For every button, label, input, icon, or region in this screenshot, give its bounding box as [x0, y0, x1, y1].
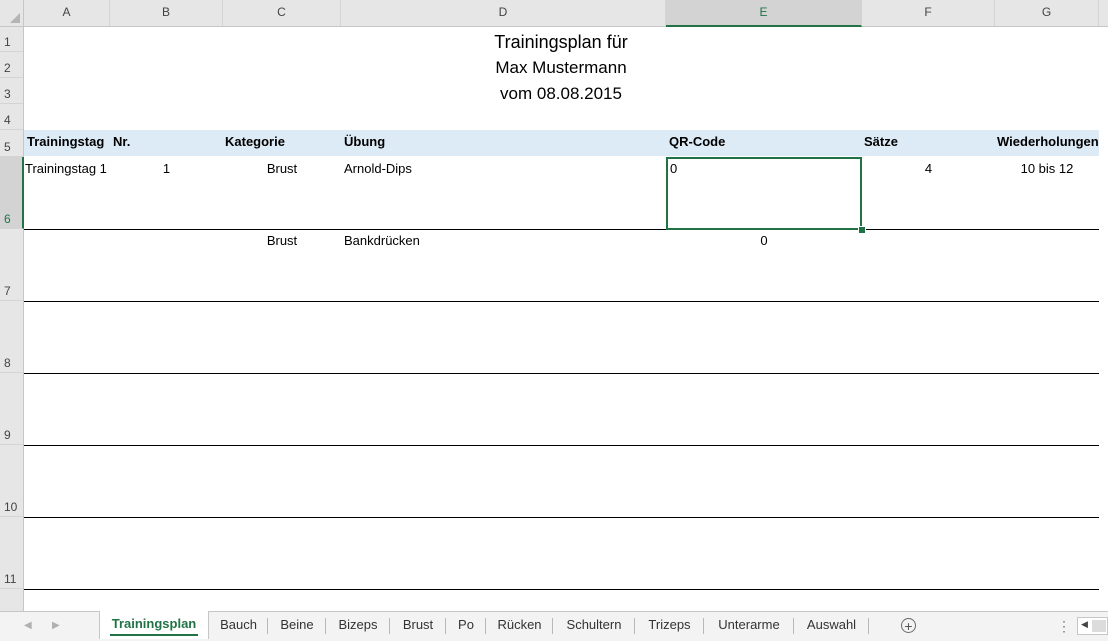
spreadsheet-grid-area: A B C D E F G 1 2 3 4 5 6 7 8 9 10 11 Tr… [0, 0, 1108, 611]
row-headers: 1 2 3 4 5 6 7 8 9 10 11 [0, 27, 24, 611]
row-header-6[interactable]: 6 [0, 157, 24, 229]
row-header-9[interactable]: 9 [0, 373, 23, 445]
cell-uebung[interactable]: Bankdrücken [344, 233, 420, 248]
tab-ruecken[interactable]: Rücken [486, 612, 553, 638]
header-uebung[interactable]: Übung [344, 134, 385, 149]
row-border [24, 517, 1099, 518]
tab-label: Po [458, 617, 474, 632]
row-header-10[interactable]: 10 [0, 445, 23, 517]
row-number: 9 [4, 428, 11, 442]
tab-label: Beine [280, 617, 314, 632]
row-border [24, 589, 1099, 590]
title-line-3[interactable]: vom 08.08.2015 [354, 84, 768, 104]
row-border [24, 373, 1099, 374]
header-kategorie[interactable]: Kategorie [225, 134, 285, 149]
more-options-icon[interactable]: ⋮ [1057, 618, 1071, 635]
plus-circle-icon[interactable]: + [901, 618, 916, 633]
active-cell-selection[interactable] [666, 157, 862, 230]
row-border [24, 229, 1099, 230]
fill-handle[interactable] [858, 226, 866, 234]
triangle-right-icon[interactable]: ▶ [52, 620, 60, 631]
column-headers: A B C D E F G [24, 0, 1108, 27]
column-header-b[interactable]: B [110, 0, 223, 26]
tab-label: Trainingsplan [111, 616, 197, 631]
row-number: 3 [4, 87, 11, 101]
row-header-7[interactable]: 7 [0, 229, 23, 301]
row-border [24, 301, 1099, 302]
tab-po[interactable]: Po [446, 612, 486, 638]
tab-label: Rücken [497, 617, 542, 632]
row-header-4[interactable]: 4 [0, 104, 23, 130]
header-nr[interactable]: Nr. [113, 134, 130, 149]
row-header-1[interactable]: 1 [0, 27, 23, 52]
cell-nr[interactable]: 1 [110, 161, 223, 176]
title-line-2[interactable]: Max Mustermann [354, 58, 768, 78]
column-header-a[interactable]: A [24, 0, 110, 26]
row-number: 4 [4, 113, 11, 127]
triangle-left-icon[interactable]: ◀ [24, 620, 32, 631]
tab-trizeps[interactable]: Trizeps [635, 612, 704, 638]
cell-trainingstag[interactable]: Trainingstag 1 [25, 161, 107, 176]
column-header-f[interactable]: F [862, 0, 995, 26]
tab-label: Trizeps [648, 617, 691, 632]
cell-uebung[interactable]: Arnold-Dips [344, 161, 412, 176]
row-header-2[interactable]: 2 [0, 52, 23, 78]
row-border [24, 445, 1099, 446]
cell-grid[interactable]: Trainingsplan für Max Mustermann vom 08.… [24, 27, 1108, 611]
tab-label: Schultern [566, 617, 622, 632]
row-number: 8 [4, 356, 11, 370]
header-wiederholungen[interactable]: Wiederholungen [997, 134, 1099, 149]
title-line-1[interactable]: Trainingsplan für [354, 32, 768, 53]
tab-bizeps[interactable]: Bizeps [326, 612, 390, 638]
row-header-5[interactable]: 5 [0, 130, 23, 157]
cell-saetze[interactable]: 4 [862, 161, 995, 176]
tab-label: Bizeps [338, 617, 378, 632]
column-header-d[interactable]: D [341, 0, 666, 26]
cell-wiederholungen[interactable]: 10 bis 12 [995, 161, 1099, 176]
row-header-3[interactable]: 3 [0, 78, 23, 104]
row-number: 5 [4, 140, 11, 154]
table-header-band [24, 130, 1099, 156]
scroll-thumb[interactable] [1092, 620, 1106, 632]
scroll-left-icon[interactable]: ◀ [1081, 619, 1088, 630]
tab-trainingsplan[interactable]: Trainingsplan [99, 611, 209, 639]
header-saetze[interactable]: Sätze [864, 134, 898, 149]
cell-qr-code[interactable]: 0 [666, 233, 862, 248]
tab-label: Bauch [220, 617, 257, 632]
tab-brust[interactable]: Brust [390, 612, 446, 638]
tab-beine[interactable]: Beine [268, 612, 326, 638]
tab-schultern[interactable]: Schultern [553, 612, 635, 638]
column-header-g[interactable]: G [995, 0, 1099, 26]
row-number: 10 [4, 500, 18, 514]
row-number: 7 [4, 284, 11, 298]
row-number: 6 [4, 212, 11, 226]
horizontal-scrollbar[interactable]: ◀ [1077, 617, 1108, 635]
active-tab-underline [110, 634, 198, 636]
tab-auswahl[interactable]: Auswahl [794, 612, 869, 638]
tab-label: Auswahl [806, 617, 857, 632]
sheet-tab-bar: ◀ ▶ Trainingsplan Bauch Beine Bizeps Bru… [0, 611, 1108, 641]
tab-label: Brust [402, 617, 434, 632]
header-trainingstag[interactable]: Trainingstag [27, 134, 104, 149]
row-number: 1 [4, 35, 11, 49]
tab-unterarme[interactable]: Unterarme [704, 612, 794, 638]
column-header-e[interactable]: E [666, 0, 862, 27]
row-number: 2 [4, 61, 11, 75]
row-header-8[interactable]: 8 [0, 301, 23, 373]
row-number: 11 [4, 572, 17, 586]
select-all-corner[interactable] [0, 0, 24, 27]
row-header-11[interactable]: 11 [0, 517, 23, 589]
tab-label: Unterarme [718, 617, 780, 632]
tab-bauch[interactable]: Bauch [209, 612, 268, 638]
cell-kategorie[interactable]: Brust [223, 233, 341, 248]
column-header-c[interactable]: C [223, 0, 341, 26]
header-qr-code[interactable]: QR-Code [669, 134, 725, 149]
cell-kategorie[interactable]: Brust [223, 161, 341, 176]
select-all-triangle-icon [10, 13, 20, 23]
